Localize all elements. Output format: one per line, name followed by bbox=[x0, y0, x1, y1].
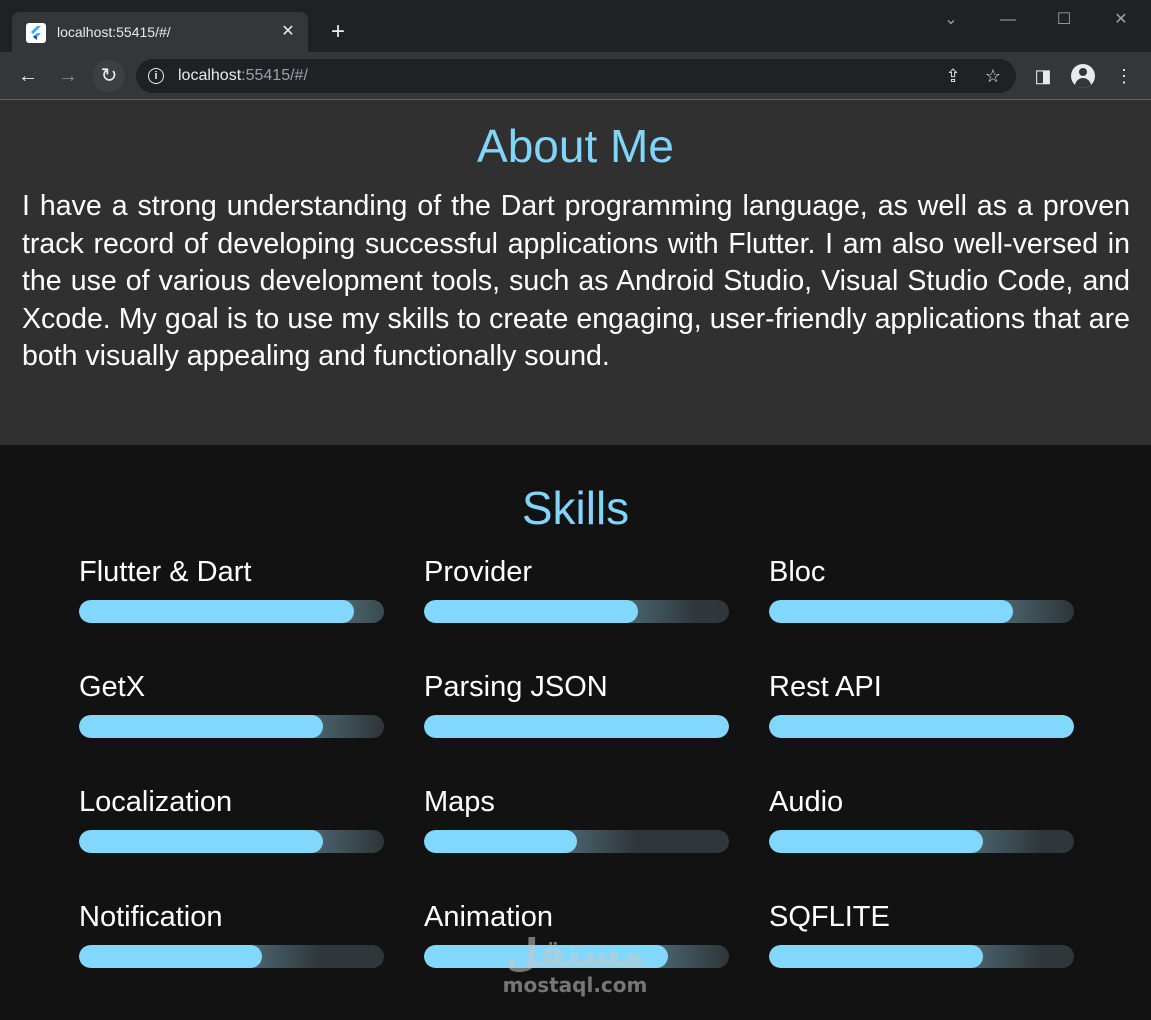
skill-item: Maps bbox=[424, 785, 729, 853]
flutter-favicon-icon bbox=[26, 23, 46, 43]
mostaql-watermark: مستقل mostaql.com bbox=[470, 933, 680, 997]
avatar-body bbox=[1075, 78, 1091, 88]
skill-item: SQFLITE bbox=[769, 900, 1074, 968]
skill-name: Flutter & Dart bbox=[79, 556, 252, 588]
skill-progress-track bbox=[79, 945, 384, 968]
share-icon[interactable]: ⇪ bbox=[942, 65, 964, 87]
tab-search-chevron-icon[interactable]: ⌄ bbox=[939, 8, 963, 32]
skill-item: Provider bbox=[424, 555, 729, 623]
page-content: About Me I have a strong understanding o… bbox=[0, 100, 1151, 1020]
tab-strip: localhost:55415/#/ ✕ + ⌄ — ☐ ✕ bbox=[0, 0, 1151, 52]
skill-item: Flutter & Dart bbox=[79, 555, 384, 623]
maximize-icon[interactable]: ☐ bbox=[1052, 8, 1076, 32]
skill-name: Provider bbox=[424, 556, 532, 588]
skill-progress-fill bbox=[79, 830, 323, 853]
browser-window: localhost:55415/#/ ✕ + ⌄ — ☐ ✕ ← → ↻ i l… bbox=[0, 0, 1151, 1020]
skill-name: Bloc bbox=[769, 556, 826, 588]
skill-item: Audio bbox=[769, 785, 1074, 853]
skill-progress-fill bbox=[424, 830, 577, 853]
skill-item: Parsing JSON bbox=[424, 670, 729, 738]
skill-progress-fill bbox=[769, 600, 1013, 623]
skill-name: Maps bbox=[424, 786, 495, 818]
skill-progress-track bbox=[769, 715, 1074, 738]
skill-progress-track bbox=[424, 830, 729, 853]
watermark-arabic: مستقل bbox=[505, 931, 645, 975]
skill-progress-track bbox=[424, 600, 729, 623]
avatar-head bbox=[1079, 68, 1087, 76]
skill-item: GetX bbox=[79, 670, 384, 738]
skill-progress-fill bbox=[79, 945, 262, 968]
side-panel-icon[interactable]: ◨ bbox=[1031, 64, 1055, 88]
bookmark-star-icon[interactable]: ☆ bbox=[982, 65, 1004, 87]
tab-title: localhost:55415/#/ bbox=[57, 24, 171, 40]
skill-progress-track bbox=[769, 600, 1074, 623]
profile-avatar-icon[interactable] bbox=[1071, 64, 1095, 88]
skill-item: Bloc bbox=[769, 555, 1074, 623]
skill-progress-fill bbox=[769, 945, 983, 968]
skills-section: Skills Flutter & Dart Provider Bloc GetX Par… bbox=[0, 445, 1151, 1020]
skill-name: SQFLITE bbox=[769, 901, 890, 933]
forward-arrow-icon[interactable]: → bbox=[52, 60, 84, 92]
browser-tab[interactable]: localhost:55415/#/ ✕ bbox=[12, 12, 308, 52]
about-section: About Me I have a strong understanding o… bbox=[0, 100, 1151, 445]
tab-close-icon[interactable]: ✕ bbox=[278, 22, 298, 42]
skill-name: Rest API bbox=[769, 671, 882, 703]
skill-name: GetX bbox=[79, 671, 146, 703]
skill-progress-track bbox=[79, 830, 384, 853]
skill-progress-track bbox=[79, 715, 384, 738]
skill-progress-fill bbox=[79, 600, 354, 623]
close-window-icon[interactable]: ✕ bbox=[1109, 8, 1133, 32]
skill-progress-fill bbox=[79, 715, 323, 738]
skill-name: Parsing JSON bbox=[424, 671, 608, 703]
skill-progress-track bbox=[769, 830, 1074, 853]
watermark-latin: mostaql.com bbox=[502, 973, 648, 997]
skill-progress-track bbox=[424, 715, 729, 738]
skill-name: Audio bbox=[769, 786, 844, 818]
site-info-icon[interactable]: i bbox=[148, 68, 164, 84]
skill-name: Animation bbox=[424, 901, 553, 933]
skill-progress-fill bbox=[769, 830, 983, 853]
skill-item: Rest API bbox=[769, 670, 1074, 738]
about-title: About Me bbox=[477, 120, 674, 172]
skill-progress-fill bbox=[424, 600, 638, 623]
url-text[interactable]: localhost:55415/#/ bbox=[178, 67, 308, 85]
menu-kebab-icon[interactable]: ⋮ bbox=[1112, 64, 1136, 88]
reload-icon[interactable]: ↻ bbox=[93, 60, 125, 92]
skill-progress-fill bbox=[769, 715, 1074, 738]
skill-name: Localization bbox=[79, 786, 233, 818]
minimize-icon[interactable]: — bbox=[996, 8, 1020, 32]
browser-toolbar: ← → ↻ i localhost:55415/#/ ⇪ ☆ ◨ ⋮ bbox=[0, 52, 1151, 100]
skill-progress-fill bbox=[424, 715, 729, 738]
skill-item: Localization bbox=[79, 785, 384, 853]
skill-name: Notification bbox=[79, 901, 223, 933]
skills-title: Skills bbox=[521, 482, 630, 534]
about-text: I have a strong understanding of the Dar… bbox=[22, 190, 1130, 372]
skill-progress-track bbox=[769, 945, 1074, 968]
url-path: :55415/#/ bbox=[241, 67, 308, 84]
back-arrow-icon[interactable]: ← bbox=[12, 60, 44, 92]
skill-progress-track bbox=[79, 600, 384, 623]
skill-item: Notification bbox=[79, 900, 384, 968]
url-host: localhost bbox=[178, 67, 242, 84]
address-bar[interactable]: i localhost:55415/#/ ⇪ ☆ bbox=[136, 59, 1016, 93]
new-tab-button[interactable]: + bbox=[326, 20, 350, 44]
